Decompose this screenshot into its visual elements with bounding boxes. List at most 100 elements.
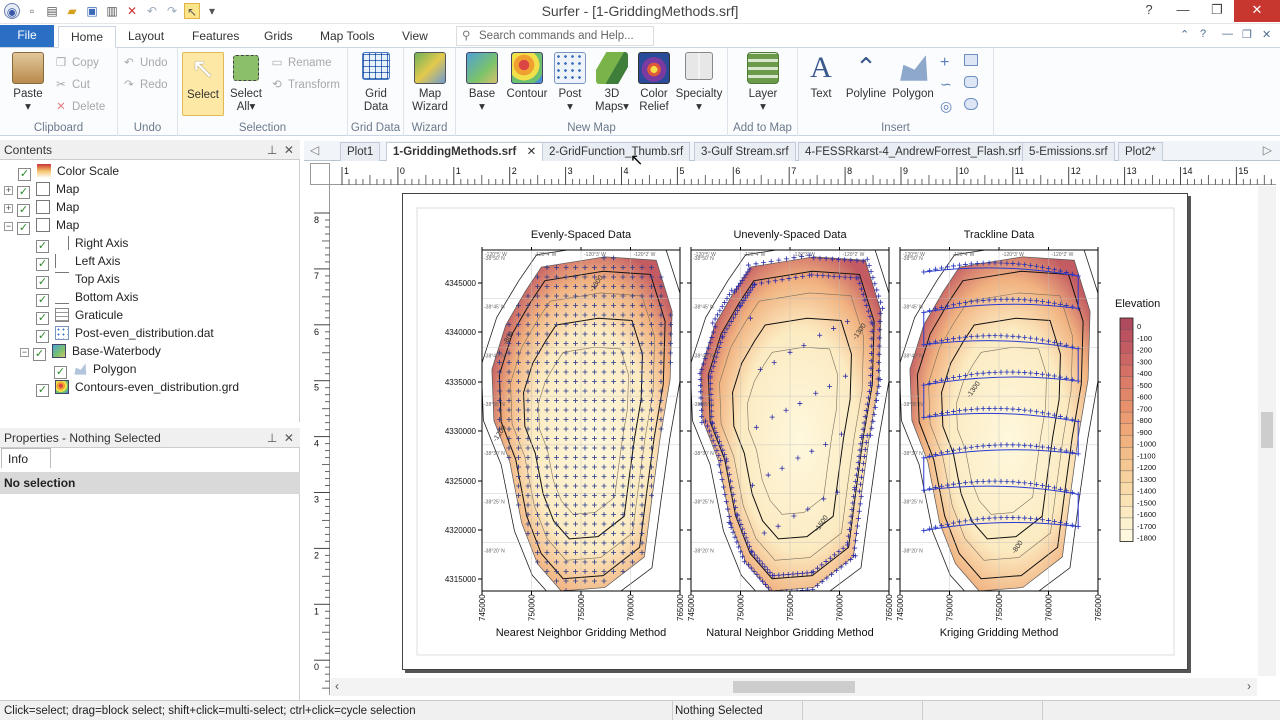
specialty-map-button[interactable]: Specialty ▾ — [674, 52, 724, 114]
post-marker — [927, 268, 933, 274]
scroll-right-arrow-icon[interactable]: › — [1247, 679, 1251, 693]
delete-button[interactable]: ✕ Delete — [54, 98, 105, 116]
doc-tab-gulf-stream[interactable]: 3-Gulf Stream.srf — [694, 142, 796, 161]
doc-tab-emissions[interactable]: 5-Emissions.srf — [1022, 142, 1115, 161]
checkbox[interactable]: ✓ — [36, 384, 49, 397]
tree-item-map-2[interactable]: + ✓ Map — [4, 198, 79, 217]
restore-icon[interactable]: ❐ — [1200, 0, 1234, 22]
ribbon-collapse-icon[interactable]: ⌃ — [1180, 28, 1189, 41]
tree-item-left-axis[interactable]: ✓ Left Axis — [36, 252, 120, 271]
status-hint: Click=select; drag=block select; shift+c… — [4, 705, 416, 717]
ellipse-icon[interactable]: ◎ — [940, 98, 952, 115]
map-icon — [36, 200, 50, 214]
checkbox[interactable]: ✓ — [33, 348, 46, 361]
plus-symbol-icon[interactable]: + — [940, 54, 949, 72]
3d-maps-button[interactable]: 3D Maps▾ — [590, 52, 634, 114]
horizontal-scrollbar[interactable]: ‹ › — [331, 678, 1257, 696]
tab-map-tools[interactable]: Map Tools — [308, 26, 386, 48]
close-window-icon[interactable]: ✕ — [1234, 0, 1280, 22]
doc-minimize-icon[interactable]: — — [1222, 28, 1233, 40]
legend-swatch — [1119, 506, 1134, 519]
close-tab-icon[interactable]: ✕ — [527, 143, 537, 161]
expand-icon[interactable]: + — [4, 186, 13, 195]
transform-button[interactable]: ⟲ Transform — [270, 76, 340, 94]
oval-icon[interactable] — [964, 98, 978, 110]
doc-tab-gridding-methods[interactable]: 1-GriddingMethods.srf ✕ — [386, 142, 544, 161]
tree-item-top-axis[interactable]: ✓ Top Axis — [36, 270, 120, 289]
help-icon[interactable]: ? — [1200, 28, 1206, 40]
cut-button[interactable]: ✂ Cut — [54, 76, 90, 94]
command-search-input[interactable]: ⚲ Search commands and Help... — [456, 26, 654, 46]
page-frame[interactable]: Evenly-Spaced Data Nearest Neighbor Gridd… — [402, 193, 1188, 670]
tree-item-base-waterbody[interactable]: − ✓ Base-Waterbody — [20, 342, 161, 361]
vertical-scrollbar[interactable] — [1258, 186, 1276, 676]
add-layer-button[interactable]: Layer ▾ — [742, 52, 784, 114]
insert-text-button[interactable]: A Text — [804, 52, 838, 101]
tree-item-bottom-axis[interactable]: ✓ Bottom Axis — [36, 288, 138, 307]
legend-label: -1100 — [1137, 451, 1156, 460]
tree-item-contour-layer[interactable]: ✓ Contours-even_distribution.grd — [36, 378, 239, 397]
tree-item-graticule[interactable]: ✓ Graticule — [36, 306, 123, 325]
color-relief-button[interactable]: Color Relief — [634, 52, 674, 114]
gridding-methods-figure[interactable]: Evenly-Spaced Data Nearest Neighbor Gridd… — [403, 194, 1189, 671]
ruler-label: 15 — [1238, 166, 1248, 176]
doc-tab-fessrkarst[interactable]: 4-FESSRkarst-4_AndrewForrest_Flash.srf — [798, 142, 1029, 161]
rounded-rectangle-icon[interactable] — [964, 76, 978, 88]
doc-tab-grid-function[interactable]: 2-GridFunction_Thumb.srf — [542, 142, 691, 161]
graticule-icon — [55, 308, 69, 322]
tree-item-right-axis[interactable]: ✓ Right Axis — [36, 234, 128, 253]
tree-item-polygon[interactable]: ✓ Polygon — [54, 360, 136, 379]
tab-scroll-left-icon[interactable]: ◁ — [310, 143, 319, 157]
method-label: Natural Neighbor Gridding Method — [706, 627, 874, 639]
tree-item-map-3[interactable]: − ✓ Map — [4, 216, 79, 235]
select-button[interactable]: ↖ Select — [182, 52, 224, 116]
help-window-icon[interactable]: ? — [1132, 0, 1166, 22]
doc-tab-plot1[interactable]: Plot1 — [340, 142, 381, 161]
tab-view[interactable]: View — [390, 26, 440, 48]
checkbox[interactable]: ✓ — [17, 222, 30, 235]
horizontal-ruler: 1 0 1 2 3 4 5 6 7 8 9 10 11 12 13 14 15 — [330, 163, 1279, 185]
tree-item-post-layer[interactable]: ✓ Post-even_distribution.dat — [36, 324, 214, 343]
tab-features[interactable]: Features — [180, 26, 251, 48]
tab-layout[interactable]: Layout — [116, 26, 176, 48]
base-map-button[interactable]: Base ▾ — [460, 52, 504, 114]
graticule-label: -38°45' N — [484, 305, 505, 311]
post-marker — [945, 264, 951, 270]
vertical-ruler: 8 7 6 5 4 3 2 1 0 — [310, 185, 330, 695]
select-all-button[interactable]: Select All▾ — [228, 52, 264, 114]
doc-close-icon[interactable]: ✕ — [1262, 28, 1271, 41]
tab-file[interactable]: File — [0, 25, 54, 47]
insert-polyline-button[interactable]: ⌃ Polyline — [842, 52, 890, 101]
copy-button[interactable]: ❐ Copy — [54, 54, 99, 72]
doc-restore-icon[interactable]: ❐ — [1242, 28, 1252, 41]
properties-pin-close-icons[interactable]: ⊥ ✕ — [267, 428, 294, 448]
contour-map-button[interactable]: Contour — [504, 52, 550, 101]
tab-scroll-right-icon[interactable]: ▷ — [1263, 143, 1272, 157]
rectangle-icon[interactable] — [964, 54, 978, 66]
rename-button[interactable]: ▭ Rename — [270, 54, 332, 72]
map-wizard-button[interactable]: Map Wizard — [410, 52, 450, 114]
vertical-scroll-thumb[interactable] — [1261, 412, 1273, 448]
horizontal-scroll-thumb[interactable] — [733, 681, 855, 693]
tab-info[interactable]: Info — [1, 448, 51, 468]
collapse-icon[interactable]: − — [4, 222, 13, 231]
insert-polygon-button[interactable]: Polygon — [890, 52, 936, 101]
map-data — [900, 250, 1098, 591]
x-tick-label: 745000 — [896, 594, 905, 621]
tree-item-map-1[interactable]: + ✓ Map — [4, 180, 79, 199]
paste-button[interactable]: Paste ▾ — [8, 52, 48, 114]
grid-data-button[interactable]: Grid Data — [356, 52, 396, 114]
scroll-left-arrow-icon[interactable]: ‹ — [335, 679, 339, 693]
expand-icon[interactable]: + — [4, 204, 13, 213]
tree-item-color-scale[interactable]: ✓ Color Scale — [18, 162, 119, 181]
redo-button[interactable]: ↷ Redo — [122, 76, 167, 94]
contents-pin-close-icons[interactable]: ⊥ ✕ — [267, 140, 294, 160]
doc-tab-plot2[interactable]: Plot2* — [1118, 142, 1163, 161]
spline-icon[interactable]: ∽ — [940, 76, 952, 93]
minimize-icon[interactable]: — — [1166, 0, 1200, 22]
post-map-button[interactable]: Post ▾ — [550, 52, 590, 114]
undo-button[interactable]: ↶ Undo — [122, 54, 167, 72]
tab-grids[interactable]: Grids — [252, 26, 305, 48]
collapse-icon[interactable]: − — [20, 348, 29, 357]
tab-home[interactable]: Home — [58, 26, 117, 48]
